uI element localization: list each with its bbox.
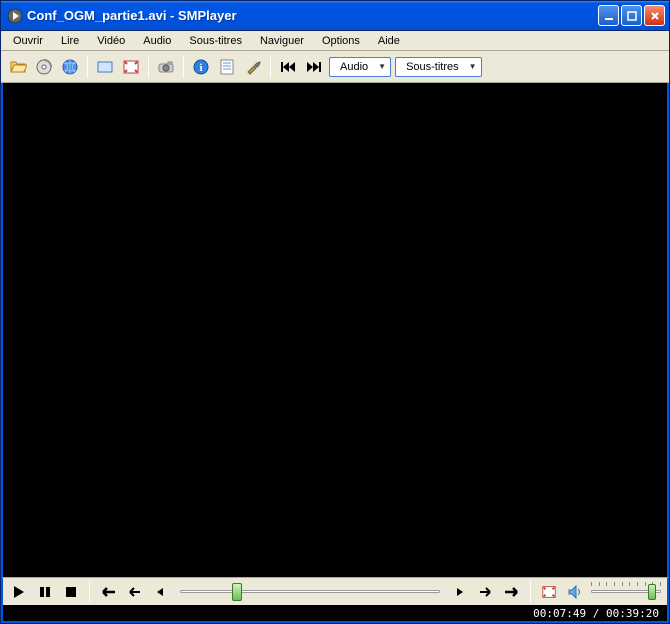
subtitles-dropdown[interactable]: Sous-titres ▼ (395, 57, 482, 77)
toolbar: i Audio ▼ Sous-titres ▼ (1, 51, 669, 83)
next-chapter-icon[interactable] (303, 56, 325, 78)
video-display[interactable] (1, 83, 669, 577)
compact-mode-icon[interactable] (94, 56, 116, 78)
total-time: 00:39:20 (606, 607, 659, 620)
rewind-medium-icon[interactable] (124, 582, 144, 602)
menu-play[interactable]: Lire (53, 33, 87, 49)
titlebar[interactable]: Conf_OGM_partie1.avi - SMPlayer (1, 1, 669, 31)
control-separator (89, 581, 90, 603)
svg-text:i: i (199, 62, 202, 74)
play-button[interactable] (9, 582, 29, 602)
rewind-small-icon[interactable] (150, 582, 170, 602)
window-title: Conf_OGM_partie1.avi - SMPlayer (27, 8, 598, 23)
seek-slider[interactable] (180, 583, 440, 601)
minimize-button[interactable] (598, 5, 619, 26)
pause-button[interactable] (35, 582, 55, 602)
status-bar: 00:07:49 / 00:39:20 (1, 605, 669, 623)
audio-track-dropdown[interactable]: Audio ▼ (329, 57, 391, 77)
playlist-icon[interactable] (216, 56, 238, 78)
menu-navigate[interactable]: Naviguer (252, 33, 312, 49)
control-separator (530, 581, 531, 603)
chevron-down-icon: ▼ (378, 62, 386, 71)
control-bar (1, 577, 669, 605)
maximize-button[interactable] (621, 5, 642, 26)
toolbar-separator (148, 56, 149, 78)
fullscreen-icon[interactable] (120, 56, 142, 78)
previous-chapter-icon[interactable] (277, 56, 299, 78)
chevron-down-icon: ▼ (469, 62, 477, 71)
fullscreen-toggle-icon[interactable] (539, 582, 559, 602)
close-button[interactable] (644, 5, 665, 26)
forward-small-icon[interactable] (450, 582, 470, 602)
rewind-large-icon[interactable] (98, 582, 118, 602)
preferences-icon[interactable] (242, 56, 264, 78)
toolbar-separator (87, 56, 88, 78)
forward-large-icon[interactable] (502, 582, 522, 602)
menu-subtitles[interactable]: Sous-titres (181, 33, 250, 49)
volume-slider[interactable] (591, 583, 661, 601)
screenshot-icon[interactable] (155, 56, 177, 78)
volume-thumb[interactable] (648, 584, 656, 600)
menu-options[interactable]: Options (314, 33, 368, 49)
info-icon[interactable]: i (190, 56, 212, 78)
open-disc-icon[interactable] (33, 56, 55, 78)
toolbar-separator (183, 56, 184, 78)
current-time: 00:07:49 (533, 607, 586, 620)
toolbar-separator (270, 56, 271, 78)
app-icon (7, 8, 23, 24)
forward-medium-icon[interactable] (476, 582, 496, 602)
mute-icon[interactable] (565, 582, 585, 602)
seek-track (180, 590, 440, 593)
subtitles-dropdown-label: Sous-titres (406, 61, 459, 73)
menu-help[interactable]: Aide (370, 33, 408, 49)
audio-dropdown-label: Audio (340, 61, 368, 73)
stop-button[interactable] (61, 582, 81, 602)
seek-thumb[interactable] (232, 583, 242, 601)
menu-open[interactable]: Ouvrir (5, 33, 51, 49)
open-file-icon[interactable] (7, 56, 29, 78)
menubar: Ouvrir Lire Vidéo Audio Sous-titres Navi… (1, 31, 669, 51)
open-url-icon[interactable] (59, 56, 81, 78)
menu-audio[interactable]: Audio (135, 33, 179, 49)
menu-video[interactable]: Vidéo (89, 33, 133, 49)
time-separator: / (586, 607, 606, 620)
